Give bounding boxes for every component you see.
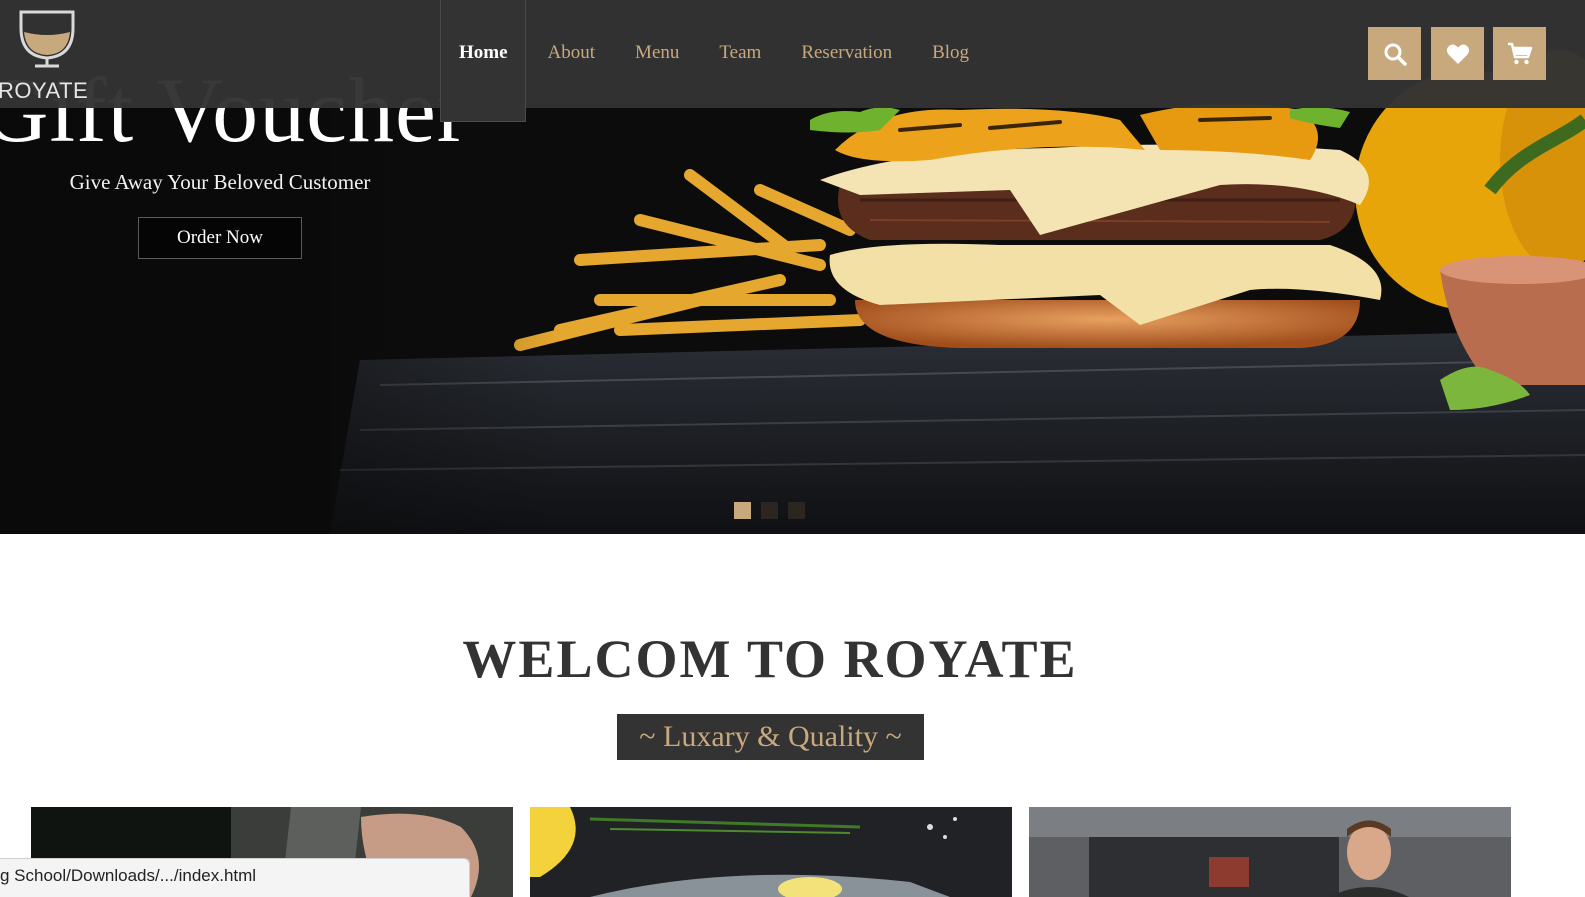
- cart-icon: [1507, 42, 1532, 64]
- slider-dot-2[interactable]: [761, 502, 778, 519]
- main-nav: Home About Menu Team Reservation Blog: [459, 41, 1009, 65]
- chef-kitchen-image: [1029, 807, 1511, 897]
- slider-dot-1[interactable]: [734, 502, 751, 519]
- nav-item-reservation[interactable]: Reservation: [801, 41, 892, 65]
- welcome-tagline: ~ Luxary & Quality ~: [617, 714, 924, 760]
- nav-item-team[interactable]: Team: [719, 41, 761, 65]
- feature-card-image[interactable]: [1029, 807, 1511, 897]
- welcome-title: WELCOM TO ROYATE: [462, 629, 1078, 689]
- nav-item-blog[interactable]: Blog: [932, 41, 969, 65]
- slider-dot-3[interactable]: [788, 502, 805, 519]
- feature-card-image[interactable]: [530, 807, 1012, 897]
- heart-icon: [1446, 44, 1469, 64]
- search-icon: [1384, 43, 1407, 66]
- nav-item-menu[interactable]: Menu: [635, 41, 679, 65]
- brand-name: ROYATE: [0, 78, 89, 103]
- search-button[interactable]: [1368, 27, 1421, 80]
- navbar: ROYATE Home About Menu Team Reservation …: [0, 0, 1585, 122]
- hero-subtitle: Give Away Your Beloved Customer: [69, 170, 371, 194]
- nav-item-home[interactable]: Home: [459, 41, 508, 65]
- cart-button[interactable]: [1493, 27, 1546, 80]
- browser-status-bar: g School/Downloads/.../index.html: [0, 858, 470, 897]
- slider-dots: [734, 502, 805, 519]
- nav-item-about[interactable]: About: [548, 41, 596, 65]
- wine-glass-icon: [19, 10, 75, 68]
- order-now-button[interactable]: Order Now: [138, 217, 302, 259]
- wishlist-button[interactable]: [1431, 27, 1484, 80]
- fish-dish-image: [530, 807, 1012, 897]
- logo[interactable]: ROYATE: [0, 8, 100, 103]
